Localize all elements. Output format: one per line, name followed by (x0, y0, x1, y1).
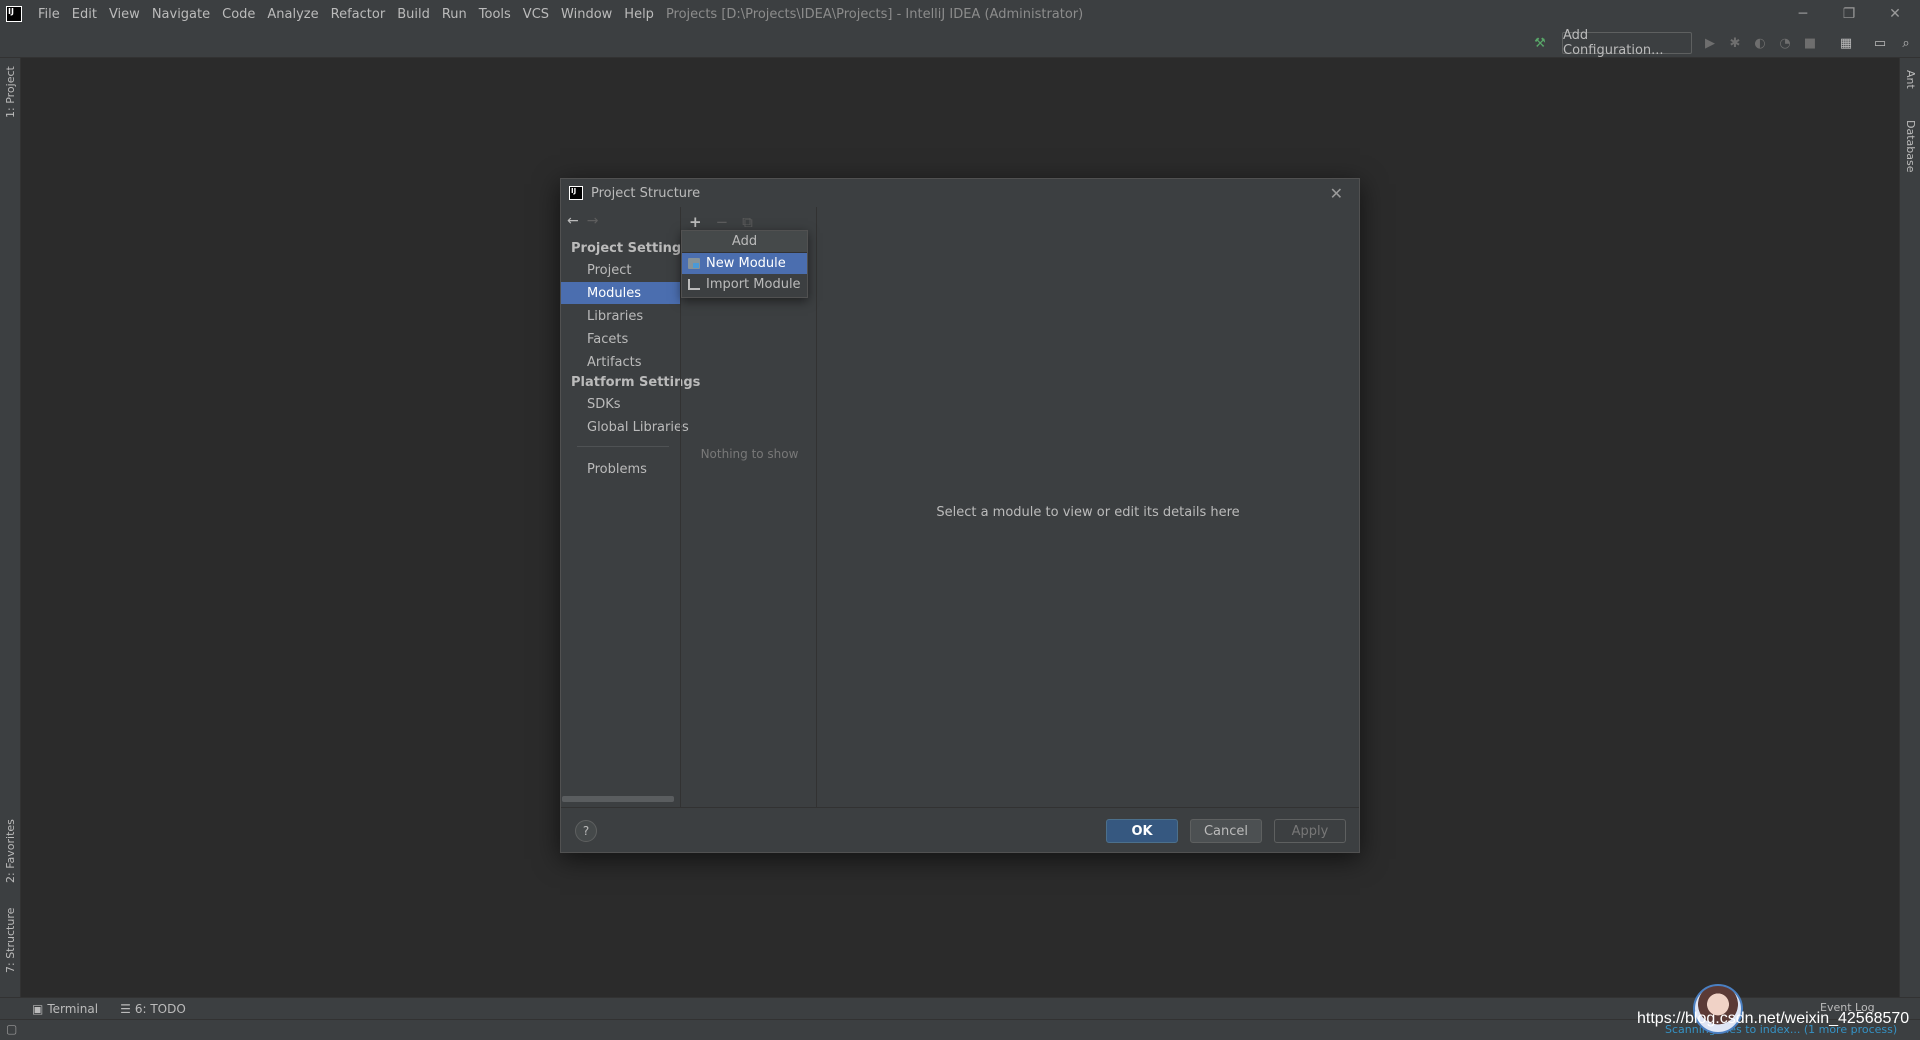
presentation-icon[interactable]: ▭ (1870, 33, 1890, 53)
dialog-title: Project Structure (591, 185, 701, 201)
nav-item-project[interactable]: Project (561, 259, 680, 281)
menu-vcs[interactable]: VCS (517, 7, 555, 22)
nav-item-artifacts[interactable]: Artifacts (561, 351, 680, 373)
menu-item-new-module[interactable]: New Module (682, 253, 807, 274)
bottom-tool-tabs: ▣ Terminal ☰ 6: TODO (0, 997, 1920, 1019)
history-navigation: ← → (567, 213, 598, 229)
nav-item-facets[interactable]: Facets (561, 328, 680, 350)
tool-tab-ant[interactable]: Ant (1904, 70, 1917, 89)
watermark: https://blog.csdn.net/weixin_42568570 (1637, 1010, 1910, 1027)
popup-header: Add (682, 231, 807, 253)
nav-item-sdks[interactable]: SDKs (561, 393, 680, 415)
stop-icon[interactable]: ■ (1800, 33, 1820, 53)
nav-separator (577, 446, 669, 447)
menu-build[interactable]: Build (391, 7, 436, 22)
tool-tab-database[interactable]: Database (1904, 120, 1917, 173)
menu-item-import-module[interactable]: Import Module (682, 274, 807, 295)
intellij-dialog-icon (569, 186, 583, 200)
minimize-button[interactable]: ─ (1780, 0, 1826, 28)
project-structure-icon[interactable]: ▦ (1836, 33, 1856, 53)
project-structure-dialog: Project Structure ✕ ← → Project Settings… (560, 178, 1360, 853)
navigation-scrollbar[interactable] (562, 796, 674, 802)
copy-module-button[interactable]: ⧉ (742, 213, 753, 231)
menu-navigate[interactable]: Navigate (146, 7, 216, 22)
add-configuration-button[interactable]: Add Configuration... (1562, 28, 1692, 58)
restore-button[interactable]: ❐ (1826, 0, 1872, 28)
intellij-logo-icon (6, 6, 22, 22)
tool-tab-terminal[interactable]: ▣ Terminal (32, 1002, 98, 1016)
remove-module-button[interactable]: − (716, 213, 729, 231)
right-tool-strip: Ant Database (1899, 58, 1920, 997)
dialog-footer: ? OK Cancel Apply (561, 807, 1359, 852)
dialog-close-button[interactable]: ✕ (1330, 184, 1343, 203)
menu-tools[interactable]: Tools (473, 7, 517, 22)
forward-arrow-icon[interactable]: → (587, 213, 599, 229)
empty-list-text: Nothing to show (700, 447, 799, 461)
menu-code[interactable]: Code (216, 7, 261, 22)
menu-run[interactable]: Run (436, 7, 473, 22)
menu-file[interactable]: File (32, 7, 66, 22)
menu-view[interactable]: View (103, 7, 146, 22)
debug-icon[interactable]: ✱ (1725, 33, 1745, 53)
terminal-icon: ▣ (32, 1001, 44, 1016)
window-close-button[interactable]: ✕ (1872, 0, 1918, 28)
settings-navigation: Project Settings Project Modules Librari… (561, 235, 700, 807)
menu-bar: File Edit View Navigate Code Analyze Ref… (0, 0, 1920, 28)
menu-help[interactable]: Help (618, 7, 660, 22)
build-hammer-icon[interactable]: ⚒ (1530, 33, 1550, 53)
module-folder-icon (688, 258, 700, 269)
tool-tab-project[interactable]: 1: Project (4, 66, 17, 118)
modules-list-toolbar: + − ⧉ (689, 213, 753, 231)
tool-tab-favorites[interactable]: 2: Favorites (4, 819, 17, 883)
help-button[interactable]: ? (575, 820, 597, 842)
search-icon[interactable]: ⌕ (1896, 33, 1916, 53)
add-module-button[interactable]: + (689, 213, 702, 231)
menu-window[interactable]: Window (555, 7, 618, 22)
window-title: Projects [D:\Projects\IDEA\Projects] - I… (665, 6, 1084, 22)
apply-button[interactable]: Apply (1274, 819, 1346, 843)
nav-item-modules[interactable]: Modules (561, 282, 680, 304)
details-hint-text: Select a module to view or edit its deta… (936, 505, 1240, 520)
import-icon (688, 279, 700, 290)
project-settings-heading: Project Settings (571, 241, 689, 256)
back-arrow-icon[interactable]: ← (567, 213, 579, 229)
status-bar: ▢ Scanning files to index... (1 more pro… (0, 1019, 1920, 1040)
add-popup-menu: Add New Module Import Module (681, 230, 808, 298)
dialog-title-bar: Project Structure ✕ (561, 179, 1359, 207)
nav-item-global-libraries[interactable]: Global Libraries (561, 416, 689, 438)
profile-icon[interactable]: ◔ (1775, 33, 1795, 53)
menu-refactor[interactable]: Refactor (325, 7, 392, 22)
terminal-label: Terminal (47, 1001, 99, 1016)
todo-icon: ☰ (120, 1001, 131, 1016)
import-module-label: Import Module (706, 277, 801, 292)
new-module-label: New Module (706, 256, 786, 271)
todo-label: 6: TODO (134, 1001, 186, 1016)
menu-analyze[interactable]: Analyze (261, 7, 324, 22)
menu-edit[interactable]: Edit (66, 7, 103, 22)
main-toolbar: ⚒ Add Configuration... ▶ ✱ ◐ ◔ ■ ▦ ▭ ⌕ (0, 28, 1920, 58)
nav-item-problems[interactable]: Problems (561, 458, 680, 480)
nav-item-libraries[interactable]: Libraries (561, 305, 680, 327)
cancel-button[interactable]: Cancel (1190, 819, 1262, 843)
ok-button[interactable]: OK (1106, 819, 1178, 843)
tool-tab-todo[interactable]: ☰ 6: TODO (120, 1002, 186, 1016)
tool-tab-structure[interactable]: 7: Structure (4, 908, 17, 973)
coverage-icon[interactable]: ◐ (1750, 33, 1770, 53)
run-icon[interactable]: ▶ (1700, 33, 1720, 53)
toggle-tool-windows-icon[interactable]: ▢ (6, 1022, 17, 1036)
left-tool-strip: 1: Project 2: Favorites 7: Structure (0, 58, 21, 997)
module-details-panel: Select a module to view or edit its deta… (817, 207, 1359, 807)
